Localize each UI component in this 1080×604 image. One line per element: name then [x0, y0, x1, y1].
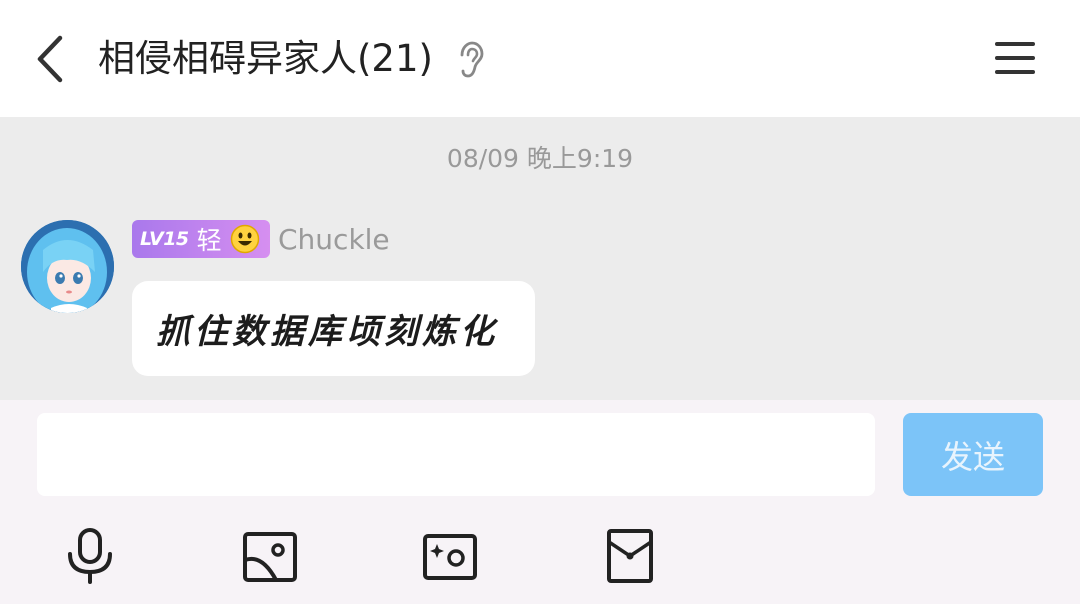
- message-timestamp: 08/09 晚上9:19: [446, 144, 634, 173]
- voice-button[interactable]: [60, 526, 120, 586]
- back-button[interactable]: [28, 30, 76, 88]
- ear-icon[interactable]: [456, 41, 486, 79]
- level-label: LV15: [140, 228, 189, 250]
- red-packet-icon: [607, 529, 653, 583]
- user-level-badge: LV15 轻: [132, 220, 270, 258]
- send-button[interactable]: 发送: [903, 413, 1043, 496]
- message-bubble[interactable]: 抓住数据库顷刻炼化: [132, 281, 535, 376]
- image-button[interactable]: [240, 526, 300, 586]
- sender-username[interactable]: Chuckle: [278, 223, 390, 256]
- badge-character: 轻: [196, 226, 222, 255]
- photo-effect-button[interactable]: [420, 526, 480, 586]
- chevron-left-icon: [37, 35, 63, 83]
- red-packet-button[interactable]: [600, 526, 660, 586]
- sender-avatar[interactable]: [21, 220, 114, 313]
- smiley-face-icon: [230, 224, 259, 254]
- chat-area[interactable]: 08/09 晚上9:19 LV15 轻 Chuckle 抓住数据库顷刻炼化: [0, 117, 1080, 400]
- top-bar: 相侵相碍异家人(21): [0, 0, 1080, 117]
- hamburger-menu-icon: [995, 42, 1035, 74]
- message-input[interactable]: [37, 413, 875, 496]
- chat-title: 相侵相碍异家人(21): [98, 37, 433, 80]
- microphone-icon: [68, 528, 112, 584]
- composer-bar: 发送: [0, 400, 1080, 604]
- anime-girl-avatar: [21, 220, 114, 313]
- image-icon: [243, 532, 297, 582]
- photo-effect-icon: [423, 534, 477, 580]
- menu-button[interactable]: [992, 38, 1038, 78]
